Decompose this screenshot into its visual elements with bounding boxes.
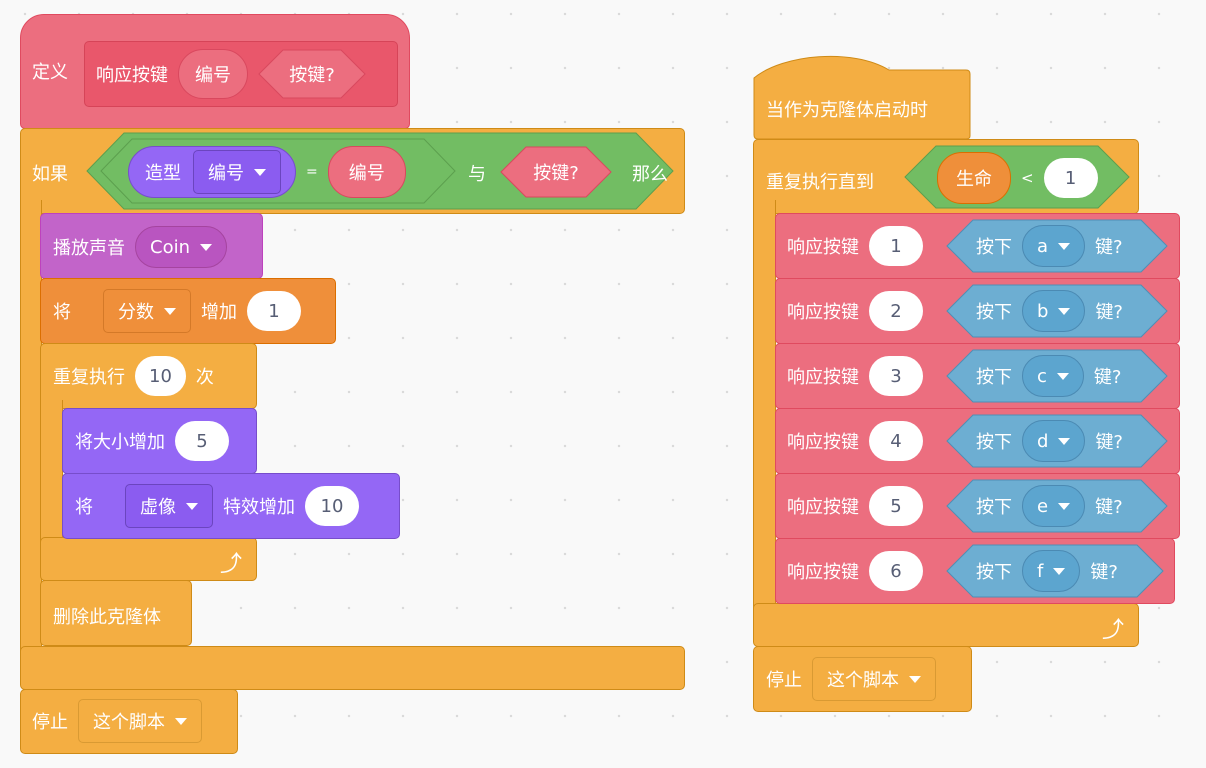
pressed-label: 按下 bbox=[976, 302, 1012, 323]
define-keyword: 定义 bbox=[32, 62, 68, 83]
call-number-input[interactable]: 1 bbox=[869, 226, 923, 266]
key-question-label: 键? bbox=[1090, 562, 1118, 583]
key-question-label: 键? bbox=[1095, 432, 1123, 453]
key-question-label: 键? bbox=[1095, 497, 1123, 518]
chevron-down-icon bbox=[186, 502, 198, 510]
pressed-label: 按下 bbox=[976, 432, 1012, 453]
delete-clone-label: 删除此克隆体 bbox=[53, 607, 161, 628]
equals-sign: = bbox=[306, 164, 318, 180]
key-dropdown[interactable]: a bbox=[1022, 225, 1086, 267]
chevron-down-icon bbox=[1053, 567, 1066, 575]
key-question-label: 键? bbox=[1095, 237, 1123, 258]
stop-label: 停止 bbox=[32, 712, 68, 733]
chevron-down-icon bbox=[1058, 502, 1071, 510]
proc-name: 响应按键 bbox=[96, 65, 168, 86]
pressed-label: 按下 bbox=[976, 562, 1012, 583]
lives-variable-reporter[interactable]: 生命 bbox=[937, 152, 1011, 204]
change-value-input[interactable]: 1 bbox=[247, 291, 301, 331]
chevron-down-icon bbox=[1058, 437, 1071, 445]
change-size-label: 将大小增加 bbox=[75, 432, 165, 453]
repeat-until-label: 重复执行直到 bbox=[766, 172, 874, 193]
repeat-times-label: 次 bbox=[195, 367, 214, 388]
call-label: 响应按键 bbox=[787, 497, 859, 518]
key-pressed-sensing[interactable]: 按下 e 键? bbox=[946, 479, 1168, 533]
chevron-down-icon bbox=[909, 675, 921, 683]
sound-dropdown[interactable]: Coin bbox=[135, 226, 227, 268]
bool-param-reporter[interactable]: 按键? bbox=[500, 146, 612, 198]
param-number[interactable]: 编号 bbox=[178, 49, 248, 99]
repeat-until-bottom bbox=[753, 603, 1139, 647]
and-label: 与 bbox=[468, 164, 486, 185]
call-label: 响应按键 bbox=[787, 367, 859, 388]
chevron-down-icon bbox=[164, 307, 176, 315]
call-label: 响应按键 bbox=[787, 302, 859, 323]
call-label: 响应按键 bbox=[787, 432, 859, 453]
play-sound-label: 播放声音 bbox=[53, 238, 125, 259]
stop-label: 停止 bbox=[766, 670, 802, 691]
chevron-down-icon bbox=[175, 717, 187, 725]
effect-value-input[interactable]: 10 bbox=[305, 486, 359, 526]
chevron-down-icon bbox=[1056, 372, 1069, 380]
if-block-arm bbox=[20, 200, 42, 670]
effect-by-label: 特效增加 bbox=[223, 497, 295, 518]
repeat-until-arm bbox=[753, 200, 776, 620]
pressed-label: 按下 bbox=[976, 497, 1012, 518]
key-question-label: 键? bbox=[1095, 302, 1123, 323]
stop-option-dropdown[interactable]: 这个脚本 bbox=[812, 657, 936, 701]
key-question-label: 键? bbox=[1093, 367, 1122, 388]
chevron-down-icon bbox=[254, 168, 266, 176]
then-label: 那么 bbox=[632, 164, 668, 185]
change-var-label: 将 bbox=[53, 302, 71, 323]
param-bool[interactable]: 按键? bbox=[258, 49, 366, 99]
chevron-down-icon bbox=[200, 243, 212, 251]
key-dropdown[interactable]: b bbox=[1022, 290, 1086, 332]
key-dropdown[interactable]: d bbox=[1022, 420, 1086, 462]
loop-arrow-icon: ⤴ bbox=[220, 552, 243, 577]
clone-start-label: 当作为克隆体启动时 bbox=[766, 100, 928, 121]
compare-value-input[interactable]: 1 bbox=[1043, 158, 1098, 198]
pressed-label: 按下 bbox=[976, 237, 1012, 258]
key-pressed-sensing[interactable]: 按下 f 键? bbox=[946, 544, 1164, 598]
chevron-down-icon bbox=[1058, 242, 1071, 250]
costume-property-dropdown[interactable]: 编号 bbox=[193, 150, 281, 194]
change-by-label: 增加 bbox=[201, 302, 237, 323]
key-pressed-sensing[interactable]: 按下 a 键? bbox=[946, 219, 1168, 273]
call-label: 响应按键 bbox=[787, 562, 859, 583]
key-pressed-sensing[interactable]: 按下 b 键? bbox=[946, 284, 1168, 338]
costume-reporter[interactable]: 造型 编号 bbox=[128, 146, 296, 198]
call-number-input[interactable]: 5 bbox=[869, 486, 923, 526]
loop-arrow-icon: ⤴ bbox=[1102, 618, 1125, 643]
variable-dropdown[interactable]: 分数 bbox=[103, 289, 191, 333]
change-effect-label: 将 bbox=[75, 497, 93, 518]
param-number-reporter[interactable]: 编号 bbox=[327, 146, 406, 198]
pressed-label: 按下 bbox=[976, 367, 1012, 388]
key-pressed-sensing[interactable]: 按下 c 键? bbox=[946, 349, 1168, 403]
call-number-input[interactable]: 4 bbox=[869, 421, 923, 461]
less-than-sign: < bbox=[1021, 169, 1034, 187]
size-value-input[interactable]: 5 bbox=[175, 421, 229, 461]
repeat-label: 重复执行 bbox=[53, 367, 125, 388]
key-dropdown[interactable]: f bbox=[1022, 550, 1081, 592]
call-label: 响应按键 bbox=[787, 237, 859, 258]
if-block-bottom bbox=[20, 646, 685, 690]
call-number-input[interactable]: 3 bbox=[869, 356, 923, 396]
call-number-input[interactable]: 6 bbox=[869, 551, 923, 591]
if-label: 如果 bbox=[32, 164, 68, 185]
stop-option-dropdown[interactable]: 这个脚本 bbox=[78, 699, 202, 743]
chevron-down-icon bbox=[1058, 307, 1071, 315]
key-pressed-sensing[interactable]: 按下 d 键? bbox=[946, 414, 1168, 468]
call-number-input[interactable]: 2 bbox=[869, 291, 923, 331]
repeat-block-arm bbox=[40, 400, 63, 550]
repeat-times-input[interactable]: 10 bbox=[135, 356, 186, 396]
key-dropdown[interactable]: c bbox=[1022, 355, 1084, 397]
key-dropdown[interactable]: e bbox=[1022, 485, 1086, 527]
effect-dropdown[interactable]: 虚像 bbox=[125, 484, 213, 528]
